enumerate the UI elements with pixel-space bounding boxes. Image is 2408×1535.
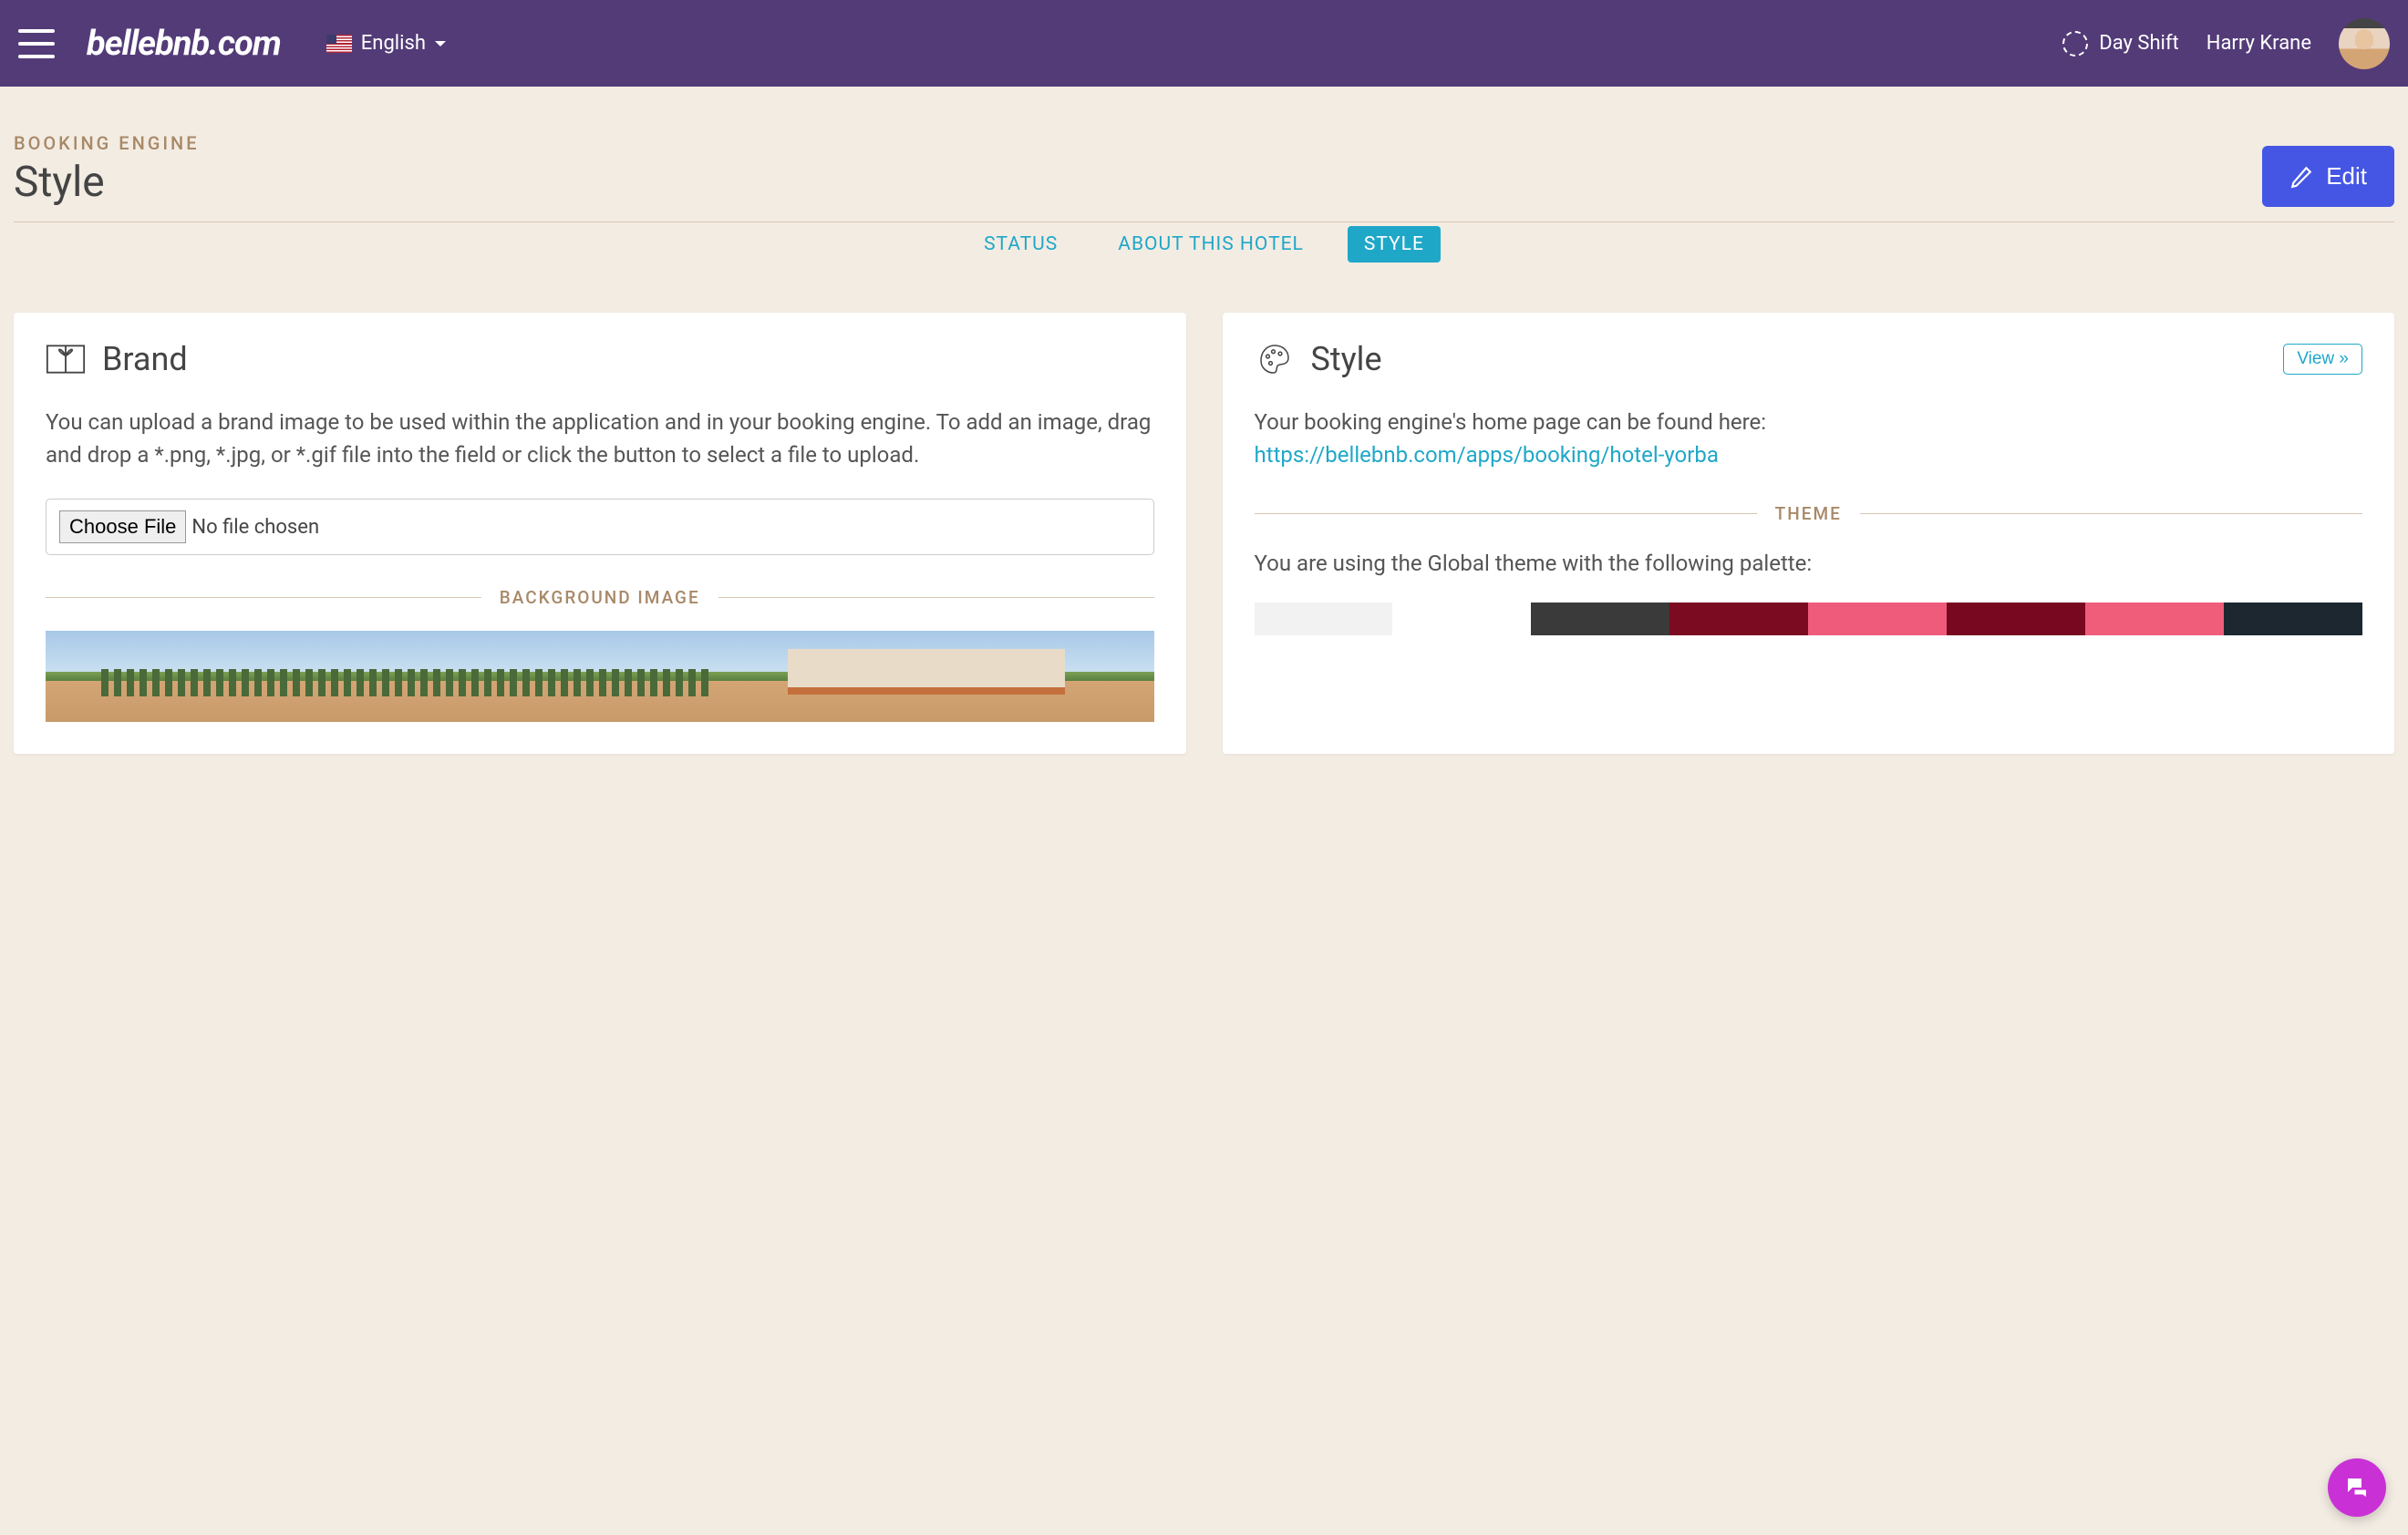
palette-swatch-7[interactable] bbox=[2224, 603, 2362, 635]
menu-icon[interactable] bbox=[18, 29, 55, 58]
palette-swatch-3[interactable] bbox=[1669, 603, 1808, 635]
choose-file-button[interactable]: Choose File bbox=[59, 510, 186, 543]
language-selector[interactable]: English bbox=[326, 32, 446, 55]
panels-row: Brand You can upload a brand image to be… bbox=[14, 313, 2394, 754]
sun-icon bbox=[2062, 31, 2088, 57]
brand-panel-header: Brand bbox=[46, 340, 1154, 378]
edit-label: Edit bbox=[2326, 162, 2367, 191]
content-area: BOOKING ENGINE Style Edit STATUS ABOUT TH… bbox=[0, 87, 2408, 781]
palette-swatch-0[interactable] bbox=[1255, 603, 1393, 635]
breadcrumb: BOOKING ENGINE bbox=[14, 132, 2394, 154]
tab-status[interactable]: STATUS bbox=[967, 226, 1074, 263]
edit-button[interactable]: Edit bbox=[2262, 146, 2394, 207]
page-title: Style bbox=[14, 158, 2394, 207]
booking-url-link[interactable]: https://bellebnb.com/apps/booking/hotel-… bbox=[1255, 442, 1719, 468]
style-intro-text: Your booking engine's home page can be f… bbox=[1255, 409, 1767, 435]
palette-row bbox=[1255, 603, 2363, 635]
palette-icon bbox=[1255, 343, 1295, 376]
palette-swatch-6[interactable] bbox=[2085, 603, 2224, 635]
bg-image-divider: BACKGROUND IMAGE bbox=[46, 587, 1154, 608]
palette-swatch-4[interactable] bbox=[1808, 603, 1947, 635]
theme-description: You are using the Global theme with the … bbox=[1255, 547, 2363, 580]
chevron-down-icon bbox=[435, 41, 446, 46]
shift-indicator[interactable]: Day Shift bbox=[2062, 31, 2178, 57]
gift-icon bbox=[46, 343, 86, 376]
shift-label: Day Shift bbox=[2099, 32, 2178, 55]
header-left: bellebnb.com English bbox=[18, 24, 446, 64]
palette-swatch-5[interactable] bbox=[1947, 603, 2085, 635]
view-button[interactable]: View » bbox=[2283, 344, 2362, 375]
theme-divider: THEME bbox=[1255, 503, 2363, 524]
tab-about-this-hotel[interactable]: ABOUT THIS HOTEL bbox=[1101, 226, 1320, 263]
chat-icon bbox=[2343, 1474, 2371, 1501]
pencil-icon bbox=[2289, 165, 2313, 189]
style-panel-title: Style bbox=[1311, 340, 1382, 378]
brand-description: You can upload a brand image to be used … bbox=[46, 406, 1154, 471]
brand-panel: Brand You can upload a brand image to be… bbox=[14, 313, 1186, 754]
user-name[interactable]: Harry Krane bbox=[2206, 32, 2311, 55]
style-panel: Style View » Your booking engine's home … bbox=[1223, 313, 2395, 754]
app-header: bellebnb.com English Day Shift Harry Kra… bbox=[0, 0, 2408, 87]
file-status-label: No file chosen bbox=[191, 516, 319, 539]
app-logo[interactable]: bellebnb.com bbox=[87, 24, 281, 64]
background-image-preview[interactable] bbox=[46, 631, 1154, 722]
page-header: BOOKING ENGINE Style Edit STATUS ABOUT TH… bbox=[14, 132, 2394, 281]
palette-swatch-2[interactable] bbox=[1531, 603, 1669, 635]
language-label: English bbox=[361, 32, 426, 55]
header-right: Day Shift Harry Krane bbox=[2062, 18, 2390, 69]
flag-icon bbox=[326, 35, 352, 53]
theme-label: THEME bbox=[1775, 503, 1842, 524]
chat-fab[interactable] bbox=[2328, 1458, 2386, 1517]
tab-style[interactable]: STYLE bbox=[1348, 226, 1441, 263]
style-intro: Your booking engine's home page can be f… bbox=[1255, 406, 2363, 471]
palette-swatch-1[interactable] bbox=[1392, 603, 1531, 635]
style-panel-header: Style View » bbox=[1255, 340, 2363, 378]
file-input[interactable]: Choose File No file chosen bbox=[46, 499, 1154, 555]
tabs: STATUS ABOUT THIS HOTEL STYLE bbox=[14, 221, 2394, 263]
bg-image-label: BACKGROUND IMAGE bbox=[500, 587, 700, 608]
brand-panel-title: Brand bbox=[102, 340, 188, 378]
avatar[interactable] bbox=[2339, 18, 2390, 69]
